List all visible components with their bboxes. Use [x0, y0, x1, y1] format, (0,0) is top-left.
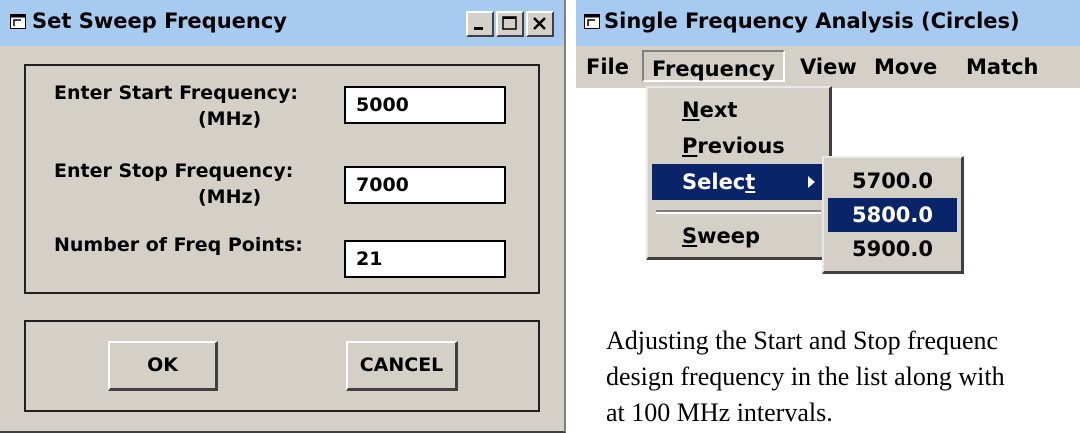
frequency-input-group: Enter Start Frequency: (MHz) 5000 Enter …: [24, 64, 540, 294]
maximize-icon[interactable]: [496, 11, 524, 37]
menu-match[interactable]: Match: [958, 50, 1047, 82]
menu-move[interactable]: Move: [866, 50, 945, 82]
freq-points-label: Number of Freq Points:: [54, 234, 303, 256]
caption-line: design frequency in the list along with: [606, 362, 1005, 391]
button-group: OK CANCEL: [24, 320, 540, 412]
start-frequency-label: Enter Start Frequency:: [54, 82, 298, 104]
cancel-button[interactable]: CANCEL: [346, 341, 458, 391]
analysis-window-title: Single Frequency Analysis (Circles): [604, 9, 1020, 33]
sweep-dialog-titlebar[interactable]: Set Sweep Frequency: [0, 0, 564, 46]
analysis-window: Single Frequency Analysis (Circles) File…: [576, 0, 1080, 88]
window-controls: [464, 11, 554, 37]
start-frequency-unit: (MHz): [198, 108, 262, 130]
caption-text: Adjusting the Start and Stop frequenc des…: [606, 323, 1080, 431]
submenu-item-5800[interactable]: 5800.0: [828, 198, 957, 232]
menu-bar: File Frequency View Move Match: [576, 46, 1080, 86]
menu-item-sweep[interactable]: Sweep: [652, 218, 825, 254]
menu-item-previous[interactable]: Previous: [652, 128, 825, 164]
app-icon: [584, 14, 600, 29]
menu-view[interactable]: View: [792, 50, 865, 82]
stop-frequency-label: Enter Stop Frequency:: [54, 160, 294, 182]
stop-frequency-unit: (MHz): [198, 186, 262, 208]
caption-line: at 100 MHz intervals.: [606, 398, 833, 427]
ok-button[interactable]: OK: [108, 341, 218, 391]
analysis-window-titlebar[interactable]: Single Frequency Analysis (Circles): [576, 0, 1080, 46]
submenu-item-5900[interactable]: 5900.0: [828, 232, 957, 266]
start-frequency-input[interactable]: 5000: [344, 86, 506, 124]
menu-file[interactable]: File: [578, 50, 637, 82]
sweep-dialog: Set Sweep Frequency Enter Start Frequenc…: [0, 0, 566, 433]
submenu-item-5700[interactable]: 5700.0: [828, 164, 957, 198]
stop-frequency-input[interactable]: 7000: [344, 166, 506, 204]
menu-separator: [656, 210, 821, 214]
submenu-arrow-icon: [808, 176, 815, 188]
minimize-icon[interactable]: [466, 11, 494, 37]
sweep-dialog-title: Set Sweep Frequency: [32, 9, 287, 33]
close-icon[interactable]: [526, 11, 554, 37]
menu-item-next[interactable]: Next: [652, 92, 825, 128]
frequency-menu: Next Previous Select Sweep: [646, 86, 832, 260]
app-icon: [10, 14, 26, 29]
menu-frequency[interactable]: Frequency: [642, 50, 785, 82]
caption-line: Adjusting the Start and Stop frequenc: [606, 326, 999, 355]
menu-item-select[interactable]: Select: [652, 164, 825, 200]
select-submenu: 5700.0 5800.0 5900.0: [822, 156, 964, 274]
freq-points-input[interactable]: 21: [344, 240, 506, 278]
